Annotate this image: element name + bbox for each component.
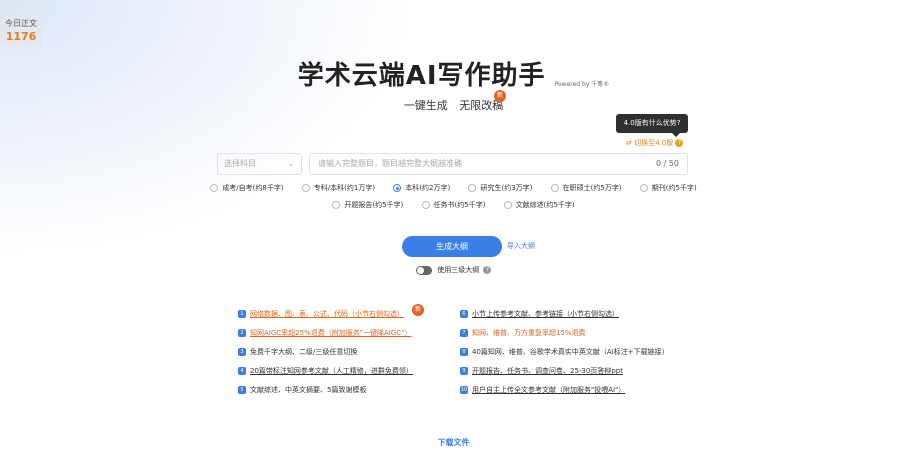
paper-type-label: 在职硕士(约5万字): [562, 184, 622, 192]
feature-number: 5: [238, 386, 246, 394]
feature-text[interactable]: 网络数据、图、表、公式、代码（小节右侧勾选）: [250, 310, 404, 318]
paper-type-label: 开题报告(约5千字): [344, 201, 404, 209]
subtitle: 一键生成 无限改稿: [0, 97, 907, 113]
subject-placeholder: 选择科目: [224, 159, 256, 168]
features-right: 6 小节上传参考文献、参考链接（小节右侧勾选） 7 知网、维普、万方重复率超15%退…: [460, 308, 669, 403]
radio-icon: [332, 201, 341, 209]
version-tooltip: 4.0版有什么优势?: [616, 114, 688, 137]
radio-icon: [421, 201, 430, 209]
topic-placeholder: 请输入完整题目，题目越完整大纲越准确: [318, 159, 462, 168]
help-icon[interactable]: ?: [483, 266, 492, 274]
feature-text: 文献综述、中英文摘要、5篇致谢模板: [250, 386, 367, 394]
feature-item: 6 小节上传参考文献、参考链接（小节右侧勾选）: [460, 308, 669, 327]
features-left: 1 网络数据、图、表、公式、代码（小节右侧勾选） 2 知网AIGC率超25%退费（附…: [238, 308, 413, 403]
radio-icon: [550, 184, 559, 192]
feature-item: 7 知网、维普、万方重复率超15%退费: [460, 327, 669, 346]
help-icon[interactable]: ?: [675, 139, 684, 147]
feature-number: 3: [238, 348, 246, 356]
feature-number: 1: [238, 310, 246, 318]
feature-item: 10 用户自主上传全文参考文献（附加服务"投喂AI"）: [460, 384, 669, 403]
feature-item: 1 网络数据、图、表、公式、代码（小节右侧勾选）: [238, 308, 413, 327]
paper-type-label: 专科/本科(约1万字): [313, 184, 376, 192]
feature-text[interactable]: 开题报告、任务书、调查问卷、25-30页答辩ppt: [472, 367, 623, 375]
chevron-down-icon: ⌄: [287, 159, 294, 168]
subject-select[interactable]: 选择科目 ⌄: [217, 153, 302, 175]
radio-selected-icon: [393, 184, 402, 192]
download-file-link[interactable]: 下载文件: [0, 437, 907, 448]
paper-type-label: 研究生(约3万字): [480, 184, 533, 192]
switch-version-link[interactable]: ⇄ 切换至4.0版 ?: [626, 138, 684, 148]
feature-item: 3 免费千字大纲、二级/三级任意切换: [238, 346, 413, 365]
switch-version-label: ⇄ 切换至4.0版: [626, 139, 674, 147]
generate-outline-button[interactable]: 生成大纲: [402, 236, 502, 257]
paper-type-row-2: 开题报告(约5千字) 任务书(约5千字) 文献综述(约5千字): [0, 200, 907, 210]
today-counter: 今日正文 1176: [0, 16, 42, 46]
paper-type-option[interactable]: 任务书(约5千字): [421, 200, 486, 210]
three-level-toggle-row: 使用三级大纲 ?: [416, 265, 492, 275]
feature-item: 9 开题报告、任务书、调查问卷、25-30页答辩ppt: [460, 365, 669, 384]
feature-text: 40篇知网、维普、谷歌学术真实中英文献（AI标注+下载链接）: [472, 348, 669, 356]
feature-text: 免费千字大纲、二级/三级任意切换: [250, 348, 358, 356]
paper-type-label: 成考/自考(约8千字): [222, 184, 284, 192]
new-badge: 新: [412, 304, 424, 316]
feature-number: 8: [460, 348, 468, 356]
page-title: 学术云端AI写作助手: [297, 61, 546, 91]
radio-icon: [639, 184, 648, 192]
feature-number: 10: [460, 386, 468, 394]
radio-icon: [503, 201, 512, 209]
feature-text[interactable]: 用户自主上传全文参考文献（附加服务"投喂AI"）: [472, 386, 625, 394]
paper-type-label: 任务书(约5千字): [433, 201, 486, 209]
paper-type-option[interactable]: 本科(约2万字): [393, 183, 450, 193]
powered-by: Powered by 千笔®: [554, 81, 610, 88]
radio-icon: [301, 184, 310, 192]
paper-type-option[interactable]: 在职硕士(约5万字): [550, 183, 622, 193]
background-glow: [0, 0, 420, 260]
paper-type-label: 期刊(约5千字): [651, 184, 697, 192]
feature-text[interactable]: 小节上传参考文献、参考链接（小节右侧勾选）: [472, 310, 619, 318]
three-level-toggle[interactable]: [416, 265, 432, 275]
import-outline-link[interactable]: 导入大纲: [507, 241, 535, 251]
feature-text[interactable]: 20篇带标注知网参考文献（人工精修，进群免费领）: [250, 367, 413, 375]
paper-type-option[interactable]: 文献综述(约5千字): [503, 200, 575, 210]
feature-item: 4 20篇带标注知网参考文献（人工精修，进群免费领）: [238, 365, 413, 384]
radio-icon: [468, 184, 477, 192]
three-level-label: 使用三级大纲: [437, 266, 480, 274]
feature-number: 2: [238, 329, 246, 337]
paper-type-option[interactable]: 研究生(约3万字): [468, 183, 532, 193]
feature-number: 7: [460, 329, 468, 337]
paper-type-label: 本科(约2万字): [405, 184, 451, 192]
feature-text: 知网、维普、万方重复率超15%退费: [472, 329, 586, 337]
feature-text[interactable]: 知网AIGC率超25%退费（附加服务"一键降AIGC"）: [250, 329, 411, 337]
feature-item: 5 文献综述、中英文摘要、5篇致谢模板: [238, 384, 413, 403]
topic-char-count: 0 / 50: [655, 159, 679, 168]
feature-number: 6: [460, 310, 468, 318]
today-label: 今日正文: [5, 19, 37, 28]
feature-item: 8 40篇知网、维普、谷歌学术真实中英文献（AI标注+下载链接）: [460, 346, 669, 365]
paper-type-option[interactable]: 开题报告(约5千字): [332, 200, 403, 210]
feature-number: 4: [238, 367, 246, 375]
radio-icon: [210, 184, 219, 192]
header: 学术云端AI写作助手 Powered by 千笔®: [0, 55, 907, 92]
paper-type-option[interactable]: 成考/自考(约8千字): [210, 183, 284, 193]
paper-type-option[interactable]: 期刊(约5千字): [639, 183, 697, 193]
topic-input[interactable]: 请输入完整题目，题目越完整大纲越准确 0 / 50: [309, 153, 688, 175]
paper-type-option[interactable]: 专科/本科(约1万字): [301, 183, 376, 193]
feature-item: 2 知网AIGC率超25%退费（附加服务"一键降AIGC"）: [238, 327, 413, 346]
new-badge: 新: [494, 90, 506, 102]
today-count: 1176: [5, 30, 37, 43]
feature-number: 9: [460, 367, 468, 375]
paper-type-row-1: 成考/自考(约8千字) 专科/本科(约1万字) 本科(约2万字) 研究生(约3万…: [0, 183, 907, 193]
paper-type-label: 文献综述(约5千字): [515, 201, 575, 209]
subtitle-left: 一键生成: [403, 99, 448, 112]
